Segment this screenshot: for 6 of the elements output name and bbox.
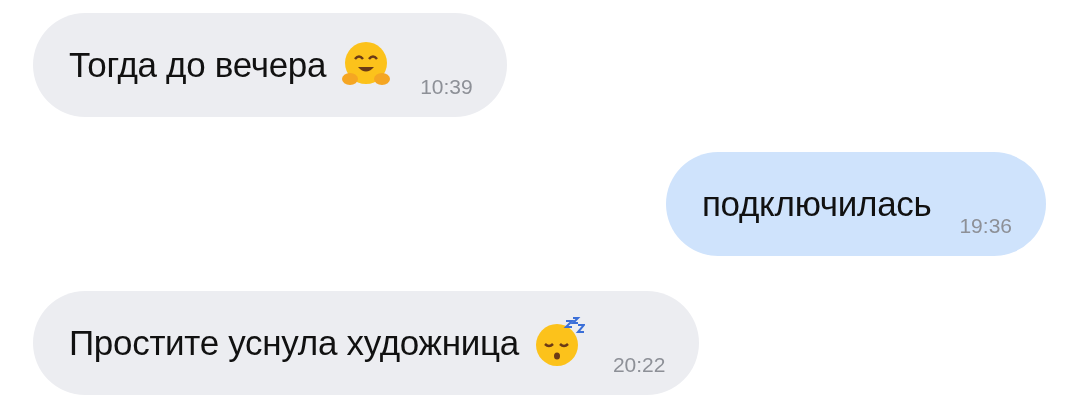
message-text: Простите уснула художница [69, 323, 519, 363]
message-time: 19:36 [959, 214, 1012, 238]
message-time: 10:39 [420, 75, 473, 99]
message-text: подключилась [701, 184, 932, 224]
message-time: 20:22 [612, 353, 666, 377]
message-text: Тогда до вечера [69, 45, 327, 85]
